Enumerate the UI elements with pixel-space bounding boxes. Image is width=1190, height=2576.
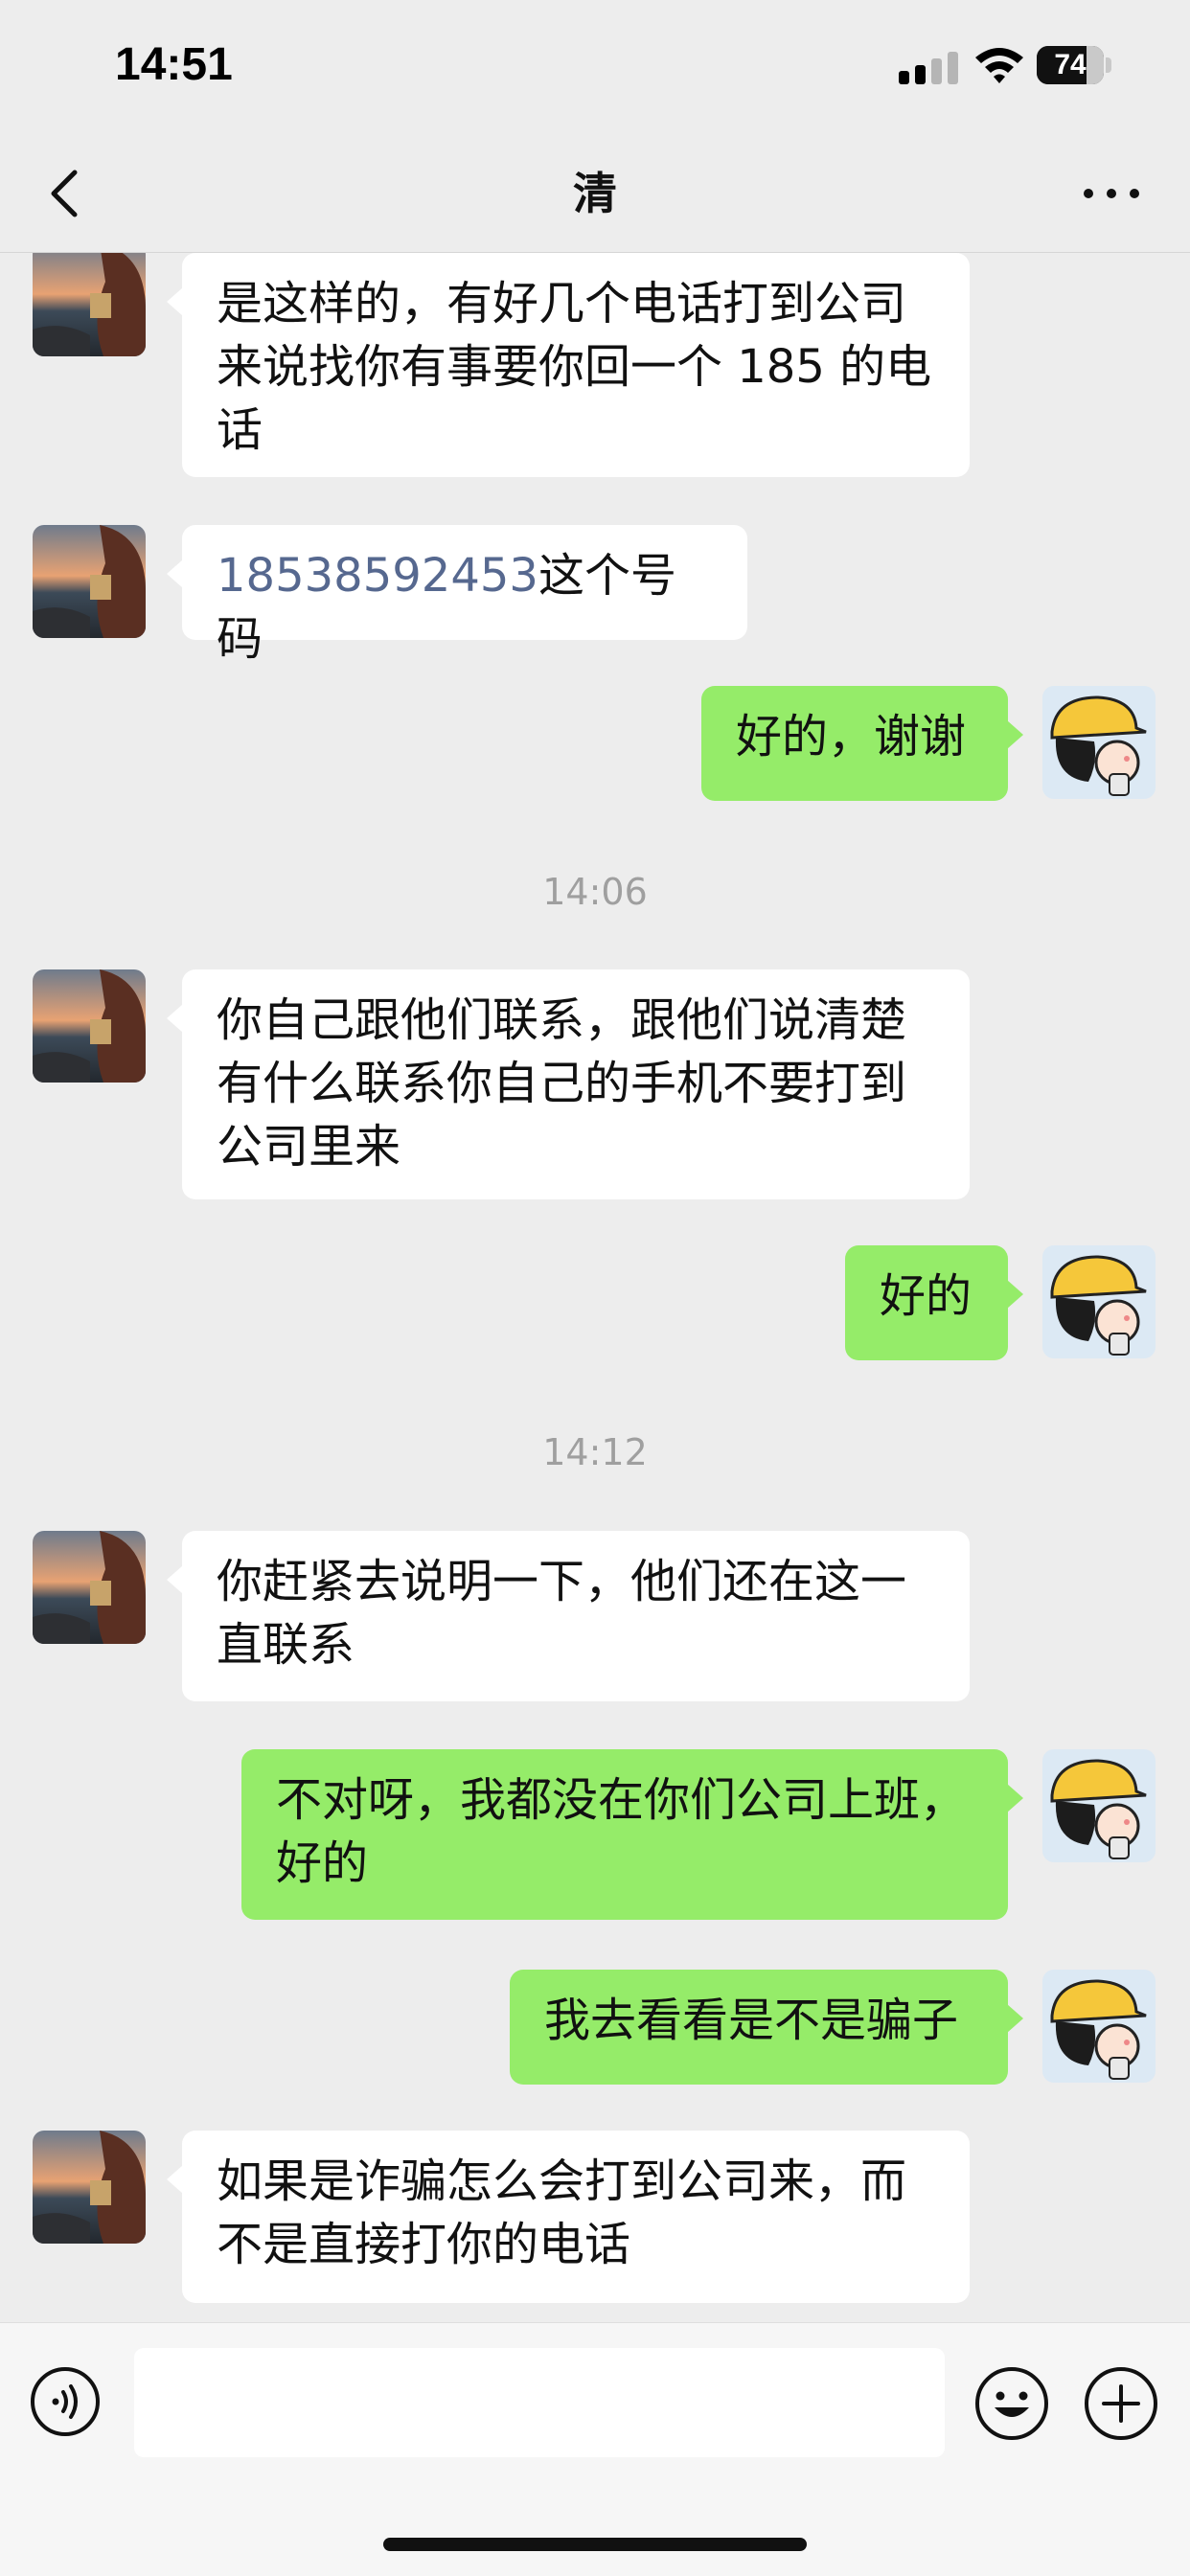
- chat-header: 清: [0, 134, 1190, 253]
- message-bubble-received[interactable]: 如果是诈骗怎么会打到公司来，而不是直接打你的电话: [167, 2131, 970, 2303]
- more-options-button[interactable]: [1073, 163, 1150, 224]
- wifi-icon: [975, 48, 1023, 83]
- my-avatar[interactable]: [1042, 1749, 1156, 1862]
- message-timestamp: 14:12: [542, 1431, 648, 1473]
- contact-avatar[interactable]: [33, 1531, 146, 1644]
- message-bubble-received[interactable]: 你自己跟他们联系，跟他们说清楚有什么联系你自己的手机不要打到公司里来: [167, 969, 970, 1199]
- phone-number-link[interactable]: 18538592453: [217, 549, 538, 603]
- contact-avatar[interactable]: [33, 2131, 146, 2244]
- contact-avatar[interactable]: [33, 969, 146, 1083]
- message-bubble-received[interactable]: 是这样的，有好几个电话打到公司来说找你有事要你回一个 185 的电话: [167, 253, 970, 477]
- message-input[interactable]: [134, 2348, 945, 2457]
- contact-avatar[interactable]: [33, 525, 146, 638]
- back-button[interactable]: [38, 163, 96, 224]
- emoji-icon[interactable]: [973, 2365, 1050, 2442]
- input-toolbar: [0, 2322, 1190, 2576]
- message-bubble-received[interactable]: 18538592453这个号码: [167, 525, 747, 666]
- message-bubble-sent[interactable]: 好的，谢谢: [701, 686, 1023, 801]
- battery-icon: 74: [1037, 46, 1111, 86]
- message-bubble-sent[interactable]: 我去看看是不是骗子: [510, 1970, 1023, 2085]
- message-bubble-received[interactable]: 你赶紧去说明一下，他们还在这一直联系: [167, 1531, 970, 1701]
- voice-input-icon[interactable]: [29, 2365, 102, 2438]
- my-avatar[interactable]: [1042, 1245, 1156, 1358]
- home-indicator: [383, 2538, 807, 2551]
- message-bubble-sent[interactable]: 好的: [845, 1245, 1023, 1360]
- status-time: 14:51: [115, 39, 233, 90]
- my-avatar[interactable]: [1042, 1970, 1156, 2083]
- message-timestamp: 14:06: [542, 871, 648, 913]
- my-avatar[interactable]: [1042, 686, 1156, 799]
- chat-title: 清: [573, 168, 617, 219]
- battery-percentage: 74: [1054, 49, 1087, 80]
- plus-icon[interactable]: [1083, 2365, 1159, 2442]
- message-bubble-sent[interactable]: 不对呀，我都没在你们公司上班，好的: [241, 1749, 1023, 1920]
- cellular-signal-icon: [899, 50, 958, 84]
- contact-avatar[interactable]: [33, 253, 146, 356]
- message-list[interactable]: 是这样的，有好几个电话打到公司来说找你有事要你回一个 185 的电话 18538…: [0, 253, 1190, 2322]
